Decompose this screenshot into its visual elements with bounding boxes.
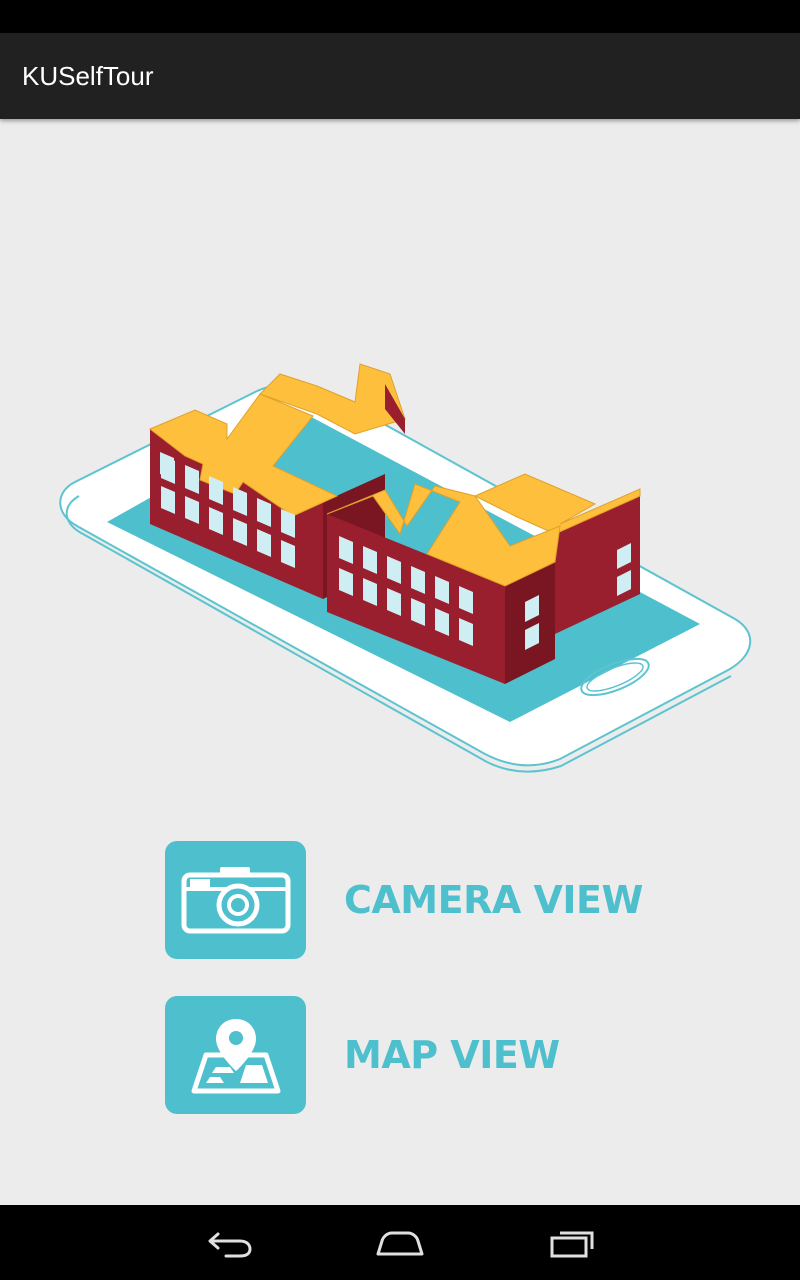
app-title: KUSelfTour (22, 61, 154, 91)
back-icon (208, 1232, 252, 1257)
navigation-bar (0, 1205, 800, 1280)
camera-icon (181, 867, 290, 934)
home-icon (376, 1231, 424, 1255)
map-view-button[interactable]: MAP VIEW (165, 996, 685, 1114)
status-bar (0, 0, 800, 33)
map-view-label[interactable]: MAP VIEW (344, 1033, 560, 1077)
main-content: CAMERA VIEW MAP VIEW (0, 119, 800, 1205)
camera-view-button[interactable]: CAMERA VIEW (165, 841, 685, 959)
map-pin-icon (191, 1019, 280, 1094)
map-icon-tile[interactable] (165, 996, 306, 1114)
home-button[interactable] (355, 1220, 445, 1265)
camera-icon-tile[interactable] (165, 841, 306, 959)
action-bar: KUSelfTour (0, 33, 800, 119)
back-button[interactable] (185, 1220, 275, 1265)
recents-button[interactable] (527, 1220, 617, 1265)
ku-buildings-logo (59, 363, 752, 773)
recents-icon (550, 1231, 594, 1257)
camera-view-label[interactable]: CAMERA VIEW (344, 878, 643, 922)
